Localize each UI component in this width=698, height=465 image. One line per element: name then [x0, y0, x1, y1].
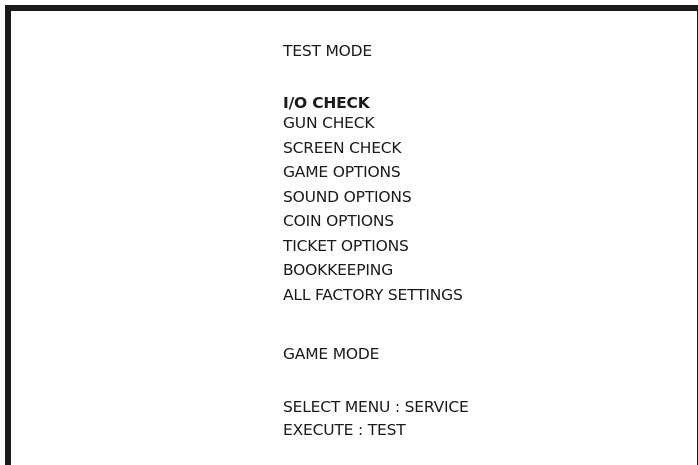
instruction-execute: EXECUTE : TEST — [283, 421, 406, 439]
page-title: TEST MODE — [283, 42, 372, 60]
test-mode-screen: TEST MODE I/O CHECK GUN CHECK SCREEN CHE… — [5, 5, 698, 465]
menu-item-coin-options[interactable]: COIN OPTIONS — [283, 211, 394, 231]
menu-item-game-mode[interactable]: GAME MODE — [283, 344, 379, 364]
menu-item-game-options[interactable]: GAME OPTIONS — [283, 162, 401, 182]
menu-item-bookkeeping[interactable]: BOOKKEEPING — [283, 260, 393, 280]
menu-item-io-check[interactable]: I/O CHECK — [283, 93, 370, 113]
menu-item-gun-check[interactable]: GUN CHECK — [283, 113, 375, 133]
menu-item-sound-options[interactable]: SOUND OPTIONS — [283, 187, 412, 207]
menu-item-all-factory-settings[interactable]: ALL FACTORY SETTINGS — [283, 285, 463, 305]
instruction-select: SELECT MENU : SERVICE — [283, 398, 469, 416]
menu-item-ticket-options[interactable]: TICKET OPTIONS — [283, 236, 409, 256]
menu-item-screen-check[interactable]: SCREEN CHECK — [283, 138, 402, 158]
